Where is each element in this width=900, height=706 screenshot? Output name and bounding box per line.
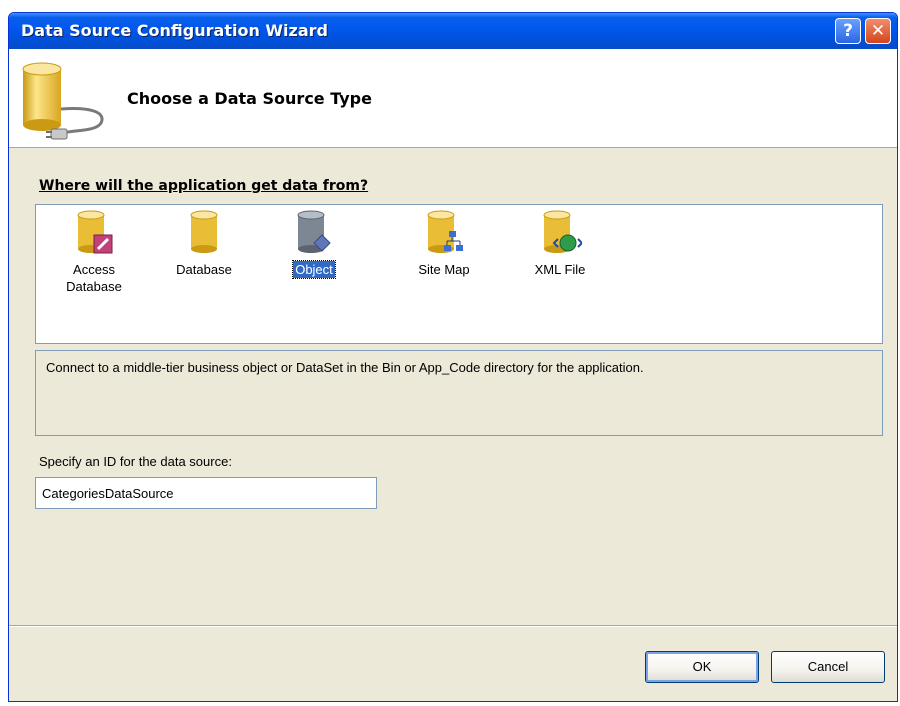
cancel-button[interactable]: Cancel: [771, 651, 885, 683]
wizard-step-title: Choose a Data Source Type: [127, 89, 372, 108]
xml-file-icon: [543, 210, 582, 253]
title-bar[interactable]: Data Source Configuration Wizard ? ✕: [9, 13, 897, 49]
source-type-label: Database: [176, 262, 232, 277]
source-type-label: Object: [292, 260, 336, 279]
source-type-description: Connect to a middle-tier business object…: [35, 350, 883, 436]
footer-divider: [9, 625, 897, 627]
id-field-label: Specify an ID for the data source:: [39, 454, 232, 469]
source-question: Where will the application get data from…: [39, 178, 368, 194]
wizard-dialog: Data Source Configuration Wizard ? ✕ Cho…: [8, 12, 898, 702]
close-button[interactable]: ✕: [865, 18, 891, 44]
source-type-database[interactable]: Database: [162, 209, 246, 317]
data-source-type-list[interactable]: Access Database Database Object Site Map…: [35, 204, 883, 344]
source-type-site-map[interactable]: Site Map: [402, 209, 486, 317]
site-map-icon: [427, 210, 463, 253]
source-type-xml-file[interactable]: XML File: [518, 209, 602, 317]
source-type-label: Site Map: [418, 262, 470, 277]
source-type-label: Access Database: [66, 262, 122, 294]
source-question-text: Where will the application get data from…: [39, 178, 369, 194]
database-icon: [190, 210, 218, 253]
source-type-access-database[interactable]: Access Database: [52, 209, 136, 317]
source-type-label: XML File: [534, 262, 586, 277]
help-button[interactable]: ?: [835, 18, 861, 44]
data-source-id-input[interactable]: [35, 477, 377, 509]
object-icon: [297, 210, 331, 253]
ok-button[interactable]: OK: [645, 651, 759, 683]
access-database-icon: [77, 210, 113, 254]
window-title: Data Source Configuration Wizard: [21, 21, 328, 40]
source-type-object[interactable]: Object: [272, 209, 356, 317]
wizard-header: Choose a Data Source Type: [9, 49, 897, 148]
database-plug-icon: [22, 62, 104, 140]
